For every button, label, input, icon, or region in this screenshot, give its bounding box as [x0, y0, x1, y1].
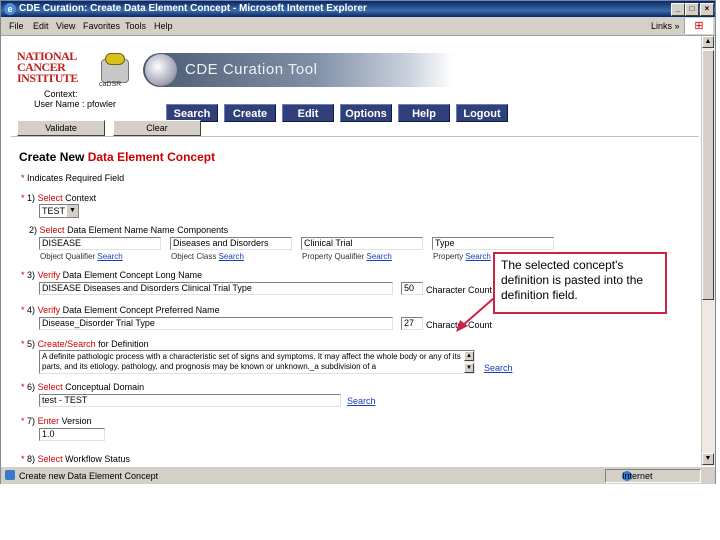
- user-name: User Name : pfowler: [34, 99, 117, 109]
- chevron-down-icon: ▼: [66, 205, 78, 217]
- logo-line: INSTITUTE: [17, 71, 78, 85]
- q2-label: 2) Select Data Element Name Name Compone…: [29, 225, 229, 235]
- object-qualifier-input[interactable]: DISEASE: [39, 237, 161, 250]
- cadsr-logo: caDSR: [97, 51, 131, 89]
- context-select[interactable]: TEST ▼: [39, 204, 79, 218]
- object-qualifier-caption: Object Qualifier Search: [40, 252, 123, 261]
- close-button[interactable]: ×: [700, 3, 714, 16]
- nav-help-button[interactable]: Help: [398, 104, 450, 122]
- validate-button[interactable]: Validate: [17, 120, 105, 136]
- clear-button[interactable]: Clear: [113, 120, 201, 136]
- context-label: Context:: [44, 89, 78, 99]
- conceptual-domain-input[interactable]: test - TEST: [39, 394, 341, 407]
- q5-label: * 5) Create/Search for Definition: [21, 339, 149, 349]
- nav-edit-button[interactable]: Edit: [282, 104, 334, 122]
- q7-label: * 7) Enter Version: [21, 416, 92, 426]
- required-note: * Indicates Required Field: [21, 173, 125, 183]
- page-title: Create New Data Element Concept: [19, 150, 216, 164]
- property-qualifier-input[interactable]: Clinical Trial: [301, 237, 423, 250]
- links-label: Links: [651, 21, 673, 31]
- page-content: NATIONAL CANCER INSTITUTE caDSR CDE Cura…: [1, 36, 701, 466]
- window-title: CDE Curation: Create Data Element Concep…: [19, 3, 367, 14]
- windows-logo-icon: ⊞: [684, 18, 713, 34]
- scroll-down-icon[interactable]: ▼: [464, 363, 474, 373]
- scroll-up-icon[interactable]: ▲: [464, 351, 474, 361]
- annotation-callout: The selected concept's definition is pas…: [493, 252, 667, 314]
- definition-search-link[interactable]: Search: [484, 363, 513, 373]
- preferred-name-input[interactable]: Disease_Disorder Trial Type: [39, 317, 393, 330]
- q3-label: * 3) Verify Data Element Concept Long Na…: [21, 270, 203, 280]
- property-qualifier-caption: Property Qualifier Search: [302, 252, 392, 261]
- menu-edit[interactable]: Edit: [33, 21, 49, 31]
- menu-favorites[interactable]: Favorites: [83, 21, 120, 31]
- page-scrollbar[interactable]: ▲ ▼: [701, 36, 715, 466]
- internet-explorer-icon: e: [4, 3, 16, 15]
- menu-file[interactable]: File: [9, 21, 24, 31]
- conceptual-domain-search-link[interactable]: Search: [347, 396, 376, 406]
- definition-scrollbar[interactable]: ▲ ▼: [464, 351, 474, 373]
- version-input[interactable]: 1.0: [39, 428, 105, 441]
- nav-options-button[interactable]: Options: [340, 104, 392, 122]
- context-info: Context: User Name : pfowler: [34, 89, 116, 109]
- object-class-search-link[interactable]: Search: [219, 252, 244, 261]
- property-input[interactable]: Type: [432, 237, 554, 250]
- status-bar: Create new Data Element Concept Internet: [1, 466, 715, 484]
- q1-label: * 1) Select Context: [21, 193, 97, 203]
- object-qualifier-search-link[interactable]: Search: [97, 252, 122, 261]
- security-zone: Internet: [605, 469, 701, 483]
- long-name-count: 50: [401, 282, 423, 295]
- property-search-link[interactable]: Search: [465, 252, 490, 261]
- maximize-button[interactable]: □: [685, 3, 699, 16]
- object-class-caption: Object Class Search: [171, 252, 244, 261]
- long-name-input[interactable]: DISEASE Diseases and Disorders Clinical …: [39, 282, 393, 295]
- scroll-down-icon[interactable]: ▼: [702, 453, 714, 465]
- menu-tools[interactable]: Tools: [125, 21, 146, 31]
- tool-logo-icon: [145, 54, 177, 86]
- nci-logo: NATIONAL CANCER INSTITUTE: [17, 50, 83, 91]
- status-text: Create new Data Element Concept: [19, 471, 159, 481]
- scroll-thumb[interactable]: [702, 50, 714, 300]
- minimize-button[interactable]: _: [671, 3, 685, 16]
- nav-logout-button[interactable]: Logout: [456, 104, 508, 122]
- object-class-input[interactable]: Diseases and Disorders: [170, 237, 292, 250]
- definition-text: A definite pathologic process with a cha…: [42, 352, 461, 371]
- menu-view[interactable]: View: [56, 21, 75, 31]
- preferred-name-count: 27: [401, 317, 423, 330]
- nav-create-button[interactable]: Create: [224, 104, 276, 122]
- links-toolbar[interactable]: Links »: [651, 21, 680, 31]
- menu-bar: File Edit View Favorites Tools Help Link…: [1, 17, 715, 36]
- definition-textarea[interactable]: A definite pathologic process with a cha…: [39, 350, 475, 374]
- menu-help[interactable]: Help: [154, 21, 173, 31]
- q4-label: * 4) Verify Data Element Concept Preferr…: [21, 305, 220, 315]
- property-caption: Property Search: [433, 252, 491, 261]
- browser-window: e CDE Curation: Create Data Element Conc…: [0, 0, 716, 484]
- page-icon: [5, 470, 15, 480]
- cadsr-label: caDSR: [99, 81, 122, 88]
- zone-label: Internet: [622, 471, 653, 481]
- page-header: NATIONAL CANCER INSTITUTE caDSR CDE Cura…: [11, 49, 701, 122]
- property-qualifier-search-link[interactable]: Search: [366, 252, 391, 261]
- scroll-up-icon[interactable]: ▲: [702, 36, 714, 48]
- callout-arrow: [456, 297, 495, 332]
- tool-title: CDE Curation Tool: [185, 61, 318, 78]
- q8-label: * 8) Select Workflow Status: [21, 454, 130, 464]
- tool-banner: CDE Curation Tool: [143, 53, 453, 87]
- q6-label: * 6) Select Conceptual Domain: [21, 382, 145, 392]
- title-bar: e CDE Curation: Create Data Element Conc…: [1, 1, 715, 17]
- divider: [11, 136, 699, 137]
